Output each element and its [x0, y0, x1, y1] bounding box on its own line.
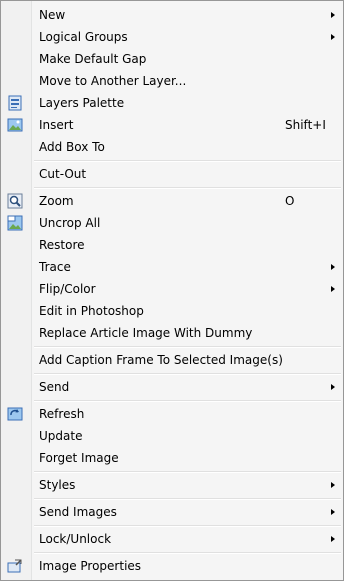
- submenu-arrow-icon: [331, 264, 335, 270]
- menu-item-label: Insert: [39, 118, 74, 132]
- menu-item-trace[interactable]: Trace: [1, 256, 343, 278]
- menu-item-shortcut: O: [285, 194, 295, 208]
- menu-item-lock-unlock[interactable]: Lock/Unlock: [1, 528, 343, 550]
- refresh-icon: [7, 407, 23, 421]
- menu-item-label: Send Images: [39, 505, 117, 519]
- menu-item-update[interactable]: Update: [1, 425, 343, 447]
- uncrop-icon: [7, 215, 23, 231]
- menu-item-uncrop-all[interactable]: Uncrop All: [1, 212, 343, 234]
- menu-item-label: Update: [39, 429, 83, 443]
- submenu-arrow-icon: [331, 384, 335, 390]
- menu-item-label: Edit in Photoshop: [39, 304, 144, 318]
- menu-item-layers-palette[interactable]: Layers Palette: [1, 92, 343, 114]
- menu-item-shortcut: Shift+I: [285, 118, 326, 132]
- menu-item-label: Add Box To: [39, 140, 105, 154]
- menu-item-label: Logical Groups: [39, 30, 128, 44]
- menu-item-flip-color[interactable]: Flip/Color: [1, 278, 343, 300]
- menu-item-add-box-to[interactable]: Add Box To: [1, 136, 343, 158]
- menu-item-edit-in-photoshop[interactable]: Edit in Photoshop: [1, 300, 343, 322]
- menu-item-new[interactable]: New: [1, 4, 343, 26]
- menu-item-make-default-gap[interactable]: Make Default Gap: [1, 48, 343, 70]
- image-properties-icon: [7, 559, 22, 573]
- menu-item-label: Move to Another Layer...: [39, 74, 187, 88]
- layers-palette-icon: [8, 95, 22, 111]
- submenu-arrow-icon: [331, 509, 335, 515]
- menu-item-label: Send: [39, 380, 70, 394]
- menu-item-cut-out[interactable]: Cut-Out: [1, 163, 343, 185]
- menu-item-label: Flip/Color: [39, 282, 96, 296]
- menu-item-label: Refresh: [39, 407, 85, 421]
- menu-item-label: Forget Image: [39, 451, 119, 465]
- menu-item-label: New: [39, 8, 66, 22]
- menu-item-logical-groups[interactable]: Logical Groups: [1, 26, 343, 48]
- menu-items: New Logical Groups Make Default Gap Move…: [1, 4, 343, 577]
- menu-item-styles[interactable]: Styles: [1, 474, 343, 496]
- submenu-arrow-icon: [331, 12, 335, 18]
- insert-image-icon: [7, 118, 23, 132]
- menu-item-send-images[interactable]: Send Images: [1, 501, 343, 523]
- submenu-arrow-icon: [331, 536, 335, 542]
- menu-item-restore[interactable]: Restore: [1, 234, 343, 256]
- zoom-icon: [7, 193, 23, 209]
- menu-item-zoom[interactable]: Zoom O: [1, 190, 343, 212]
- menu-item-send[interactable]: Send: [1, 376, 343, 398]
- menu-item-label: Replace Article Image With Dummy: [39, 326, 253, 340]
- menu-item-label: Image Properties: [39, 559, 142, 573]
- submenu-arrow-icon: [331, 34, 335, 40]
- menu-item-label: Add Caption Frame To Selected Image(s): [39, 353, 283, 367]
- menu-item-refresh[interactable]: Refresh: [1, 403, 343, 425]
- menu-item-label: Restore: [39, 238, 85, 252]
- menu-item-label: Lock/Unlock: [39, 532, 112, 546]
- menu-item-label: Make Default Gap: [39, 52, 147, 66]
- menu-item-label: Trace: [39, 260, 71, 274]
- menu-item-label: Uncrop All: [39, 216, 101, 230]
- menu-item-label: Styles: [39, 478, 76, 492]
- menu-item-move-to-another-layer[interactable]: Move to Another Layer...: [1, 70, 343, 92]
- context-menu: New Logical Groups Make Default Gap Move…: [0, 0, 344, 581]
- menu-item-insert[interactable]: Insert Shift+I: [1, 114, 343, 136]
- menu-item-label: Layers Palette: [39, 96, 125, 110]
- menu-item-replace-article-image[interactable]: Replace Article Image With Dummy: [1, 322, 343, 344]
- submenu-arrow-icon: [331, 482, 335, 488]
- menu-item-forget-image[interactable]: Forget Image: [1, 447, 343, 469]
- menu-item-image-properties[interactable]: Image Properties: [1, 555, 343, 577]
- menu-item-label: Zoom: [39, 194, 74, 208]
- menu-item-label: Cut-Out: [39, 167, 87, 181]
- submenu-arrow-icon: [331, 286, 335, 292]
- menu-item-add-caption-frame[interactable]: Add Caption Frame To Selected Image(s): [1, 349, 343, 371]
